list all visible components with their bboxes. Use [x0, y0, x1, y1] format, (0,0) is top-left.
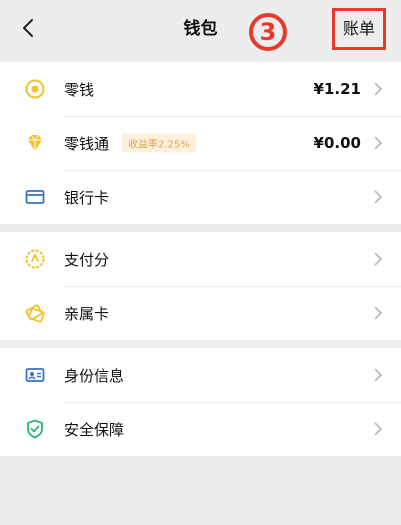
list-item-payment-score[interactable]: 支付分 [0, 232, 401, 286]
wallet-group-services: 支付分 亲属卡 [0, 232, 401, 340]
item-label: 支付分 [64, 250, 110, 269]
list-item-bank-card[interactable]: 银行卡 [0, 170, 401, 224]
bank-card-icon [24, 186, 46, 208]
chevron-right-icon [371, 136, 385, 150]
list-item-change-plus[interactable]: 零钱通 收益率2.25% ¥0.00 [0, 116, 401, 170]
wallet-group-balance: 零钱 ¥1.21 零钱通 收益率2.25% ¥0.00 银行卡 [0, 62, 401, 224]
shield-icon [24, 418, 46, 440]
coin-icon [24, 78, 46, 100]
list-item-change[interactable]: 零钱 ¥1.21 [0, 62, 401, 116]
diamond-icon [24, 132, 46, 154]
item-label: 亲属卡 [64, 304, 110, 323]
balance-value: ¥0.00 [313, 134, 361, 152]
chevron-right-icon [371, 190, 385, 204]
chevron-right-icon [371, 306, 385, 320]
bill-button[interactable]: 账单 [332, 8, 386, 50]
item-label: 银行卡 [64, 188, 110, 207]
chevron-right-icon [371, 82, 385, 96]
chevron-right-icon [371, 422, 385, 436]
wallet-page: 钱包 3 账单 零钱 ¥1.21 零钱通 收益率2.25% ¥0.00 银行卡 … [0, 0, 401, 525]
yield-rate-badge: 收益率2.25% [122, 133, 196, 153]
item-label: 身份信息 [64, 366, 125, 385]
list-item-family-card[interactable]: 亲属卡 [0, 286, 401, 340]
chevron-right-icon [371, 252, 385, 266]
list-item-security[interactable]: 安全保障 [0, 402, 401, 456]
balance-value: ¥1.21 [313, 80, 361, 98]
family-card-icon [24, 302, 46, 324]
item-label: 零钱 [64, 80, 95, 99]
step-marker: 3 [249, 13, 287, 51]
nav-bar: 钱包 3 账单 [0, 0, 401, 58]
wallet-group-security: 身份信息 安全保障 [0, 348, 401, 456]
payment-score-icon [24, 248, 46, 270]
id-card-icon [24, 364, 46, 386]
item-label: 零钱通 [64, 134, 110, 153]
item-label: 安全保障 [64, 420, 125, 439]
chevron-right-icon [371, 368, 385, 382]
list-item-identity-info[interactable]: 身份信息 [0, 348, 401, 402]
